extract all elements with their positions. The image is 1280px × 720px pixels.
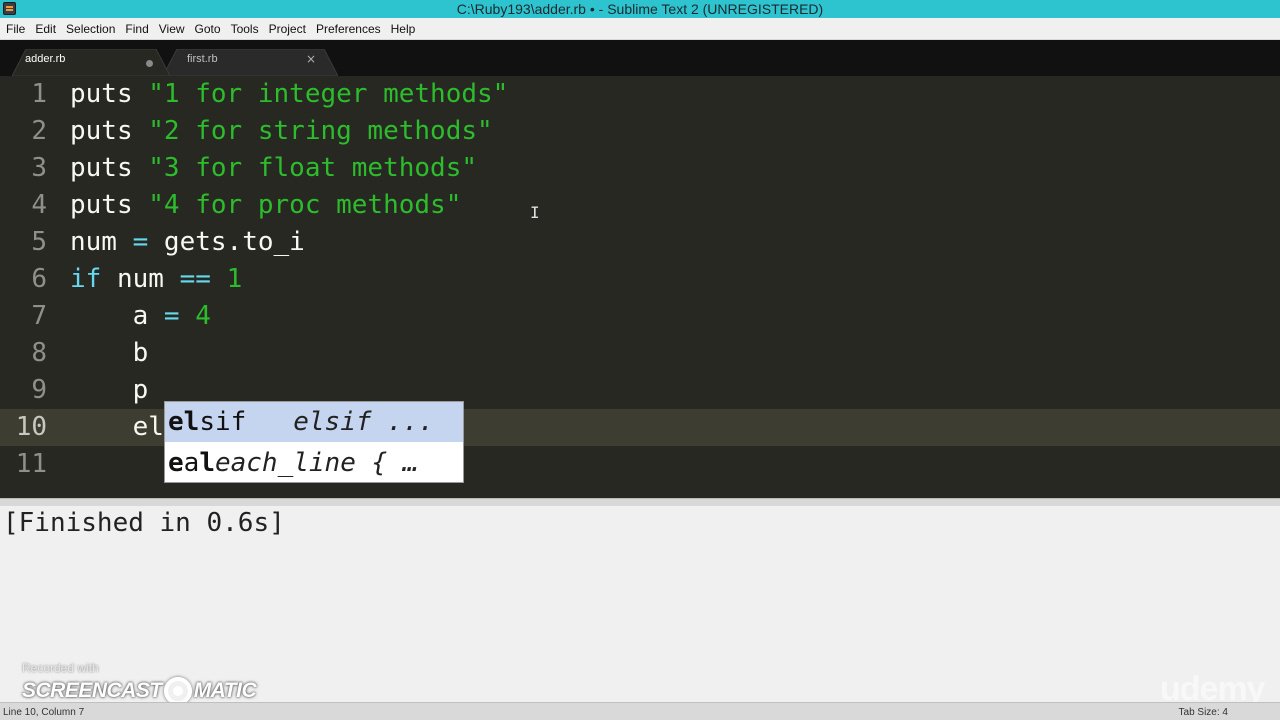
tab-size-indicator[interactable]: Tab Size: 4 (1179, 707, 1228, 718)
tab-label: first.rb (187, 53, 218, 65)
record-ring-icon (163, 677, 192, 705)
code-token: 1 (226, 264, 243, 294)
cursor-position: Line 10, Column 7 (3, 707, 85, 718)
line-number: 11 (15, 449, 47, 479)
menu-tools[interactable]: Tools (226, 18, 264, 40)
code-token: el (70, 412, 164, 442)
logo-text-right: MATIC (193, 679, 257, 702)
autocomplete-popup[interactable]: elsif elsif ... ealeach_line { … (164, 401, 464, 483)
code-line[interactable]: a = 4 (70, 298, 211, 335)
line-number: 10 (15, 412, 47, 442)
autocomplete-item-each-line[interactable]: ealeach_line { … (165, 443, 463, 483)
build-output-panel[interactable]: [Finished in 0.6s] (0, 506, 1280, 702)
autocomplete-rest: sif (199, 407, 247, 437)
code-line[interactable]: puts "3 for float methods" (70, 150, 477, 187)
title-bar: C:\Ruby193\adder.rb • - Sublime Text 2 (… (0, 0, 1280, 18)
menu-find[interactable]: Find (120, 18, 153, 40)
tab-label: adder.rb (25, 53, 66, 65)
code-line[interactable]: num = gets.to_i (70, 224, 305, 261)
autocomplete-hint: each_line { … (214, 448, 419, 478)
menu-bar: File Edit Selection Find View Goto Tools… (0, 18, 1280, 40)
code-token: puts (70, 79, 149, 109)
window-title: C:\Ruby193\adder.rb • - Sublime Text 2 (… (456, 1, 824, 17)
code-line[interactable]: puts "4 for proc methods" (70, 187, 461, 224)
code-token: b (70, 338, 149, 368)
code-token: puts (70, 153, 149, 183)
recorded-with-label: Recorded with (22, 661, 99, 675)
code-token: puts (70, 116, 149, 146)
autocomplete-hint: elsif ... (293, 407, 435, 437)
line-number: 2 (31, 116, 47, 146)
menu-help[interactable]: Help (386, 18, 421, 40)
code-token: "3 for float methods" (148, 153, 478, 183)
code-line[interactable]: puts "2 for string methods" (70, 113, 493, 150)
menu-edit[interactable]: Edit (30, 18, 61, 40)
status-bar: Line 10, Column 7 Tab Size: 4 (0, 702, 1280, 720)
menu-view[interactable]: View (154, 18, 190, 40)
code-token: puts (70, 190, 149, 220)
autocomplete-item-elsif[interactable]: elsif elsif ... (165, 402, 463, 442)
line-number: 8 (31, 338, 47, 368)
autocomplete-match: e (168, 448, 184, 478)
tab-first-rb[interactable]: first.rb × (163, 49, 338, 76)
code-line[interactable]: puts "1 for integer methods" (70, 76, 508, 113)
code-token: gets.to_i (148, 227, 305, 257)
close-icon[interactable]: × (306, 52, 316, 66)
tab-bar: first.rb × adder.rb (0, 40, 1280, 76)
code-token: 4 (195, 301, 211, 331)
menu-project[interactable]: Project (264, 18, 311, 40)
code-editor[interactable]: 1 2 3 4 5 6 7 8 9 10 11 puts "1 for integer method… (0, 76, 1280, 498)
menu-preferences[interactable]: Preferences (311, 18, 386, 40)
line-number: 6 (31, 264, 47, 294)
code-line[interactable]: if num == 1 (70, 261, 242, 298)
code-token: num (70, 227, 133, 257)
line-number: 9 (31, 375, 47, 405)
code-token: = (163, 301, 180, 331)
menu-file[interactable]: File (1, 18, 30, 40)
code-token: = (132, 227, 149, 257)
ibeam-cursor-icon: I (530, 203, 540, 222)
logo-text-left: SCREENCAST (22, 679, 162, 702)
code-token: a (70, 301, 164, 331)
tab-adder-rb[interactable]: adder.rb (12, 49, 170, 76)
code-line[interactable]: b (70, 335, 149, 372)
code-line[interactable]: el (70, 409, 164, 446)
line-number: 3 (31, 153, 47, 183)
autocomplete-mid: a (183, 448, 200, 478)
line-number: 7 (31, 301, 47, 331)
menu-goto[interactable]: Goto (190, 18, 226, 40)
code-token: num (101, 264, 180, 294)
unsaved-dot-icon[interactable] (146, 60, 153, 67)
code-line[interactable]: p (70, 372, 149, 409)
code-token: "4 for proc methods" (148, 190, 462, 220)
build-output-text: [Finished in 0.6s] (3, 508, 285, 538)
code-token: if (70, 264, 102, 294)
line-number: 4 (31, 190, 47, 220)
line-number: 1 (31, 79, 47, 109)
menu-selection[interactable]: Selection (61, 18, 120, 40)
code-token: "2 for string methods" (148, 116, 493, 146)
code-token: == (179, 264, 211, 294)
autocomplete-match: l (199, 448, 215, 478)
code-token: p (70, 375, 149, 405)
code-token: "1 for integer methods" (148, 79, 509, 109)
autocomplete-match: el (168, 407, 200, 437)
line-number: 5 (31, 227, 47, 257)
panel-splitter[interactable] (0, 498, 1280, 506)
